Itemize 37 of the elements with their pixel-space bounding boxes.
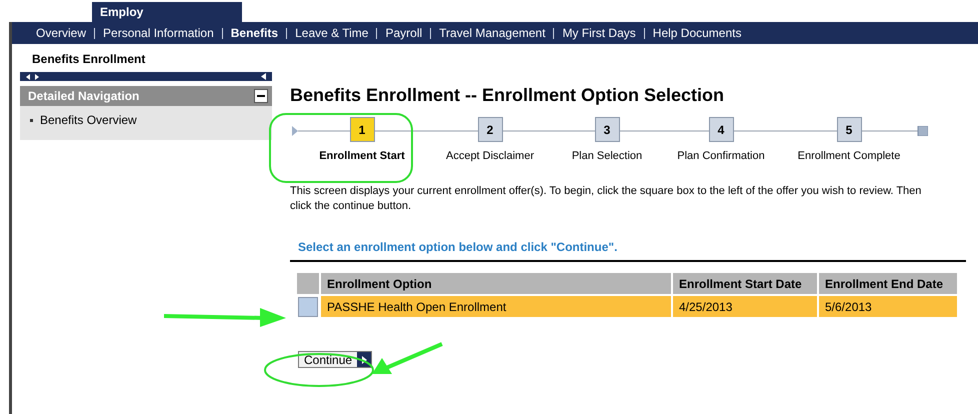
nav-tab[interactable]: Benefits <box>230 24 278 42</box>
step-label: Enrollment Complete <box>798 149 900 164</box>
step-label: Accept Disclaimer <box>446 149 534 164</box>
nav-tab[interactable]: Help Documents <box>652 24 742 42</box>
step-label: Plan Selection <box>572 149 642 164</box>
arrows-icon[interactable] <box>26 74 40 80</box>
nav-tab[interactable]: Overview <box>36 24 86 42</box>
step-label: Enrollment Start <box>319 149 405 164</box>
step-number: 4 <box>708 117 734 142</box>
portal-tab[interactable]: Employ <box>92 2 242 22</box>
step-number: 1 <box>350 117 374 142</box>
play-icon <box>362 356 367 364</box>
intro-text: This screen displays your current enrollment offer(s). To begin, click the square box to the left of the offer you wish to review. Then click the continue button. <box>290 184 922 214</box>
table-header-cell <box>297 273 319 294</box>
nav-tab[interactable]: Personal Information <box>103 24 214 42</box>
column-header: Enrollment Start Date <box>673 273 817 294</box>
section-heading: Select an enrollment option below and click "Continue". <box>298 240 618 254</box>
nav-tab[interactable]: My First Days <box>562 24 636 42</box>
step-label: Plan Confirmation <box>677 149 765 164</box>
table-cell: 4/25/2013 <box>673 296 817 317</box>
row-select-box[interactable] <box>298 296 318 316</box>
nav-tab[interactable]: Travel Management <box>439 24 546 42</box>
page-title: Benefits Enrollment -- Enrollment Option Selection <box>290 84 726 106</box>
sidebar-header-title: Detailed Navigation <box>28 88 140 105</box>
column-header: Enrollment End Date <box>819 273 957 294</box>
nav-tab[interactable]: Payroll <box>385 24 422 42</box>
collapse-icon[interactable] <box>261 73 266 80</box>
table-cell: 5/6/2013 <box>819 296 957 317</box>
minimize-icon[interactable] <box>254 89 268 103</box>
step-number: 2 <box>478 117 502 142</box>
step-number: 5 <box>836 117 862 142</box>
column-header: Enrollment Option <box>321 273 671 294</box>
sidebar-item[interactable]: Benefits Overview <box>40 111 137 129</box>
nav-tab[interactable]: Leave & Time <box>295 24 368 42</box>
breadcrumb: Benefits Enrollment <box>32 51 146 68</box>
table-cell: PASSHE Health Open Enrollment <box>321 296 671 317</box>
step-number: 3 <box>594 117 620 142</box>
